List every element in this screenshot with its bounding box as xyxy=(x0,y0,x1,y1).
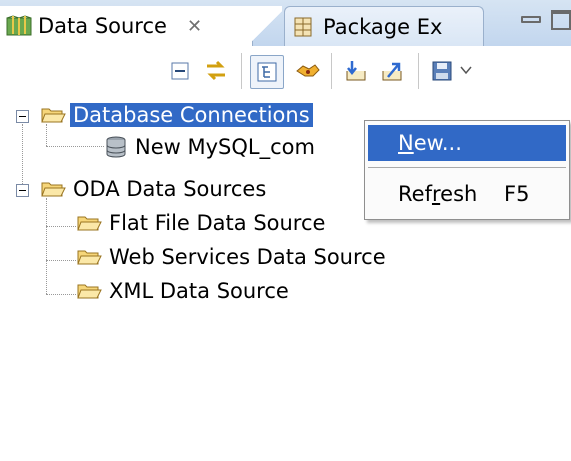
save-disk-icon xyxy=(432,61,452,81)
view-menu-button[interactable] xyxy=(456,55,476,87)
tree-node-label: Database Connections xyxy=(70,103,313,127)
menu-item-accelerator: F5 xyxy=(504,182,530,206)
tree-node-label: XML Data Source xyxy=(109,279,289,303)
mnemonic: N xyxy=(398,131,414,155)
tree-connector xyxy=(46,294,76,295)
import-icon xyxy=(346,61,366,81)
tree-node-label: ODA Data Sources xyxy=(73,177,267,201)
toolbar-separator xyxy=(418,53,419,89)
view-tab-bar: Data Source ✕ Package Ex xyxy=(0,0,571,47)
menu-separator xyxy=(368,167,566,168)
tree-node-label: New MySQL_com xyxy=(135,135,315,159)
open-folder-icon xyxy=(77,216,102,231)
collapse-toggle-icon[interactable] xyxy=(16,184,29,197)
open-folder-icon xyxy=(41,108,66,123)
tree-node-label: Web Services Data Source xyxy=(109,245,386,269)
data-source-map-icon xyxy=(6,15,32,36)
link-with-editor-button[interactable] xyxy=(200,55,232,87)
tab-data-source[interactable]: Data Source ✕ xyxy=(0,6,282,46)
collapse-toggle-icon[interactable] xyxy=(16,110,29,123)
close-icon[interactable]: ✕ xyxy=(187,16,202,37)
tree-node-mysql-connection[interactable]: New MySQL_com xyxy=(104,130,318,164)
chevron-down-icon xyxy=(460,66,472,75)
label-suffix: esh xyxy=(440,182,478,206)
tree-connector xyxy=(22,124,23,190)
open-folder-icon xyxy=(77,284,102,299)
connect-button[interactable] xyxy=(292,55,324,87)
tree-node-label: Flat File Data Source xyxy=(109,211,326,235)
open-folder-icon xyxy=(41,182,66,197)
tree-node-flat-file-data-source[interactable]: Flat File Data Source xyxy=(76,206,328,240)
collapse-all-icon xyxy=(171,62,189,80)
handshake-icon xyxy=(296,64,320,77)
label-suffix: ew... xyxy=(413,131,462,155)
tab-package-explorer-label: Package Ex xyxy=(323,15,443,39)
menu-item-refresh[interactable]: Refresh F5 xyxy=(368,176,566,212)
tree-node-web-services-data-source[interactable]: Web Services Data Source xyxy=(76,240,389,274)
export-button[interactable] xyxy=(376,55,408,87)
tree-connector xyxy=(46,146,104,147)
tree-connector xyxy=(46,226,76,227)
menu-item-new-label: New... xyxy=(398,131,462,155)
mnemonic: r xyxy=(431,182,441,206)
open-folder-icon xyxy=(77,250,102,265)
link-arrows-icon xyxy=(207,60,225,81)
tab-package-explorer[interactable]: Package Ex xyxy=(284,6,484,47)
view-controls xyxy=(521,10,571,30)
tree-layout-icon xyxy=(257,62,277,82)
export-icon xyxy=(382,62,402,81)
menu-item-new[interactable]: New... xyxy=(368,125,566,161)
package-explorer-icon xyxy=(294,17,312,37)
import-button[interactable] xyxy=(340,55,372,87)
toolbar-separator xyxy=(331,53,332,89)
maximize-icon[interactable] xyxy=(551,10,571,30)
menu-item-refresh-label: Refresh xyxy=(398,182,477,206)
minimize-icon[interactable] xyxy=(521,16,541,23)
toolbar-separator xyxy=(241,53,242,89)
database-icon xyxy=(106,136,126,158)
context-menu: New... Refresh F5 xyxy=(364,120,570,220)
tree-connector xyxy=(46,260,76,261)
save-button[interactable] xyxy=(426,55,458,87)
tree-node-database-connections[interactable]: Database Connections xyxy=(40,98,313,132)
tab-data-source-label: Data Source xyxy=(38,14,167,38)
label-prefix: Ref xyxy=(398,182,432,206)
tree-node-xml-data-source[interactable]: XML Data Source xyxy=(76,274,292,308)
collapse-all-button[interactable] xyxy=(164,55,196,87)
tree-node-oda-data-sources[interactable]: ODA Data Sources xyxy=(40,172,269,206)
tree-connector xyxy=(46,198,47,294)
tree-view-toggle-button[interactable] xyxy=(250,55,284,89)
view-toolbar xyxy=(0,46,571,95)
